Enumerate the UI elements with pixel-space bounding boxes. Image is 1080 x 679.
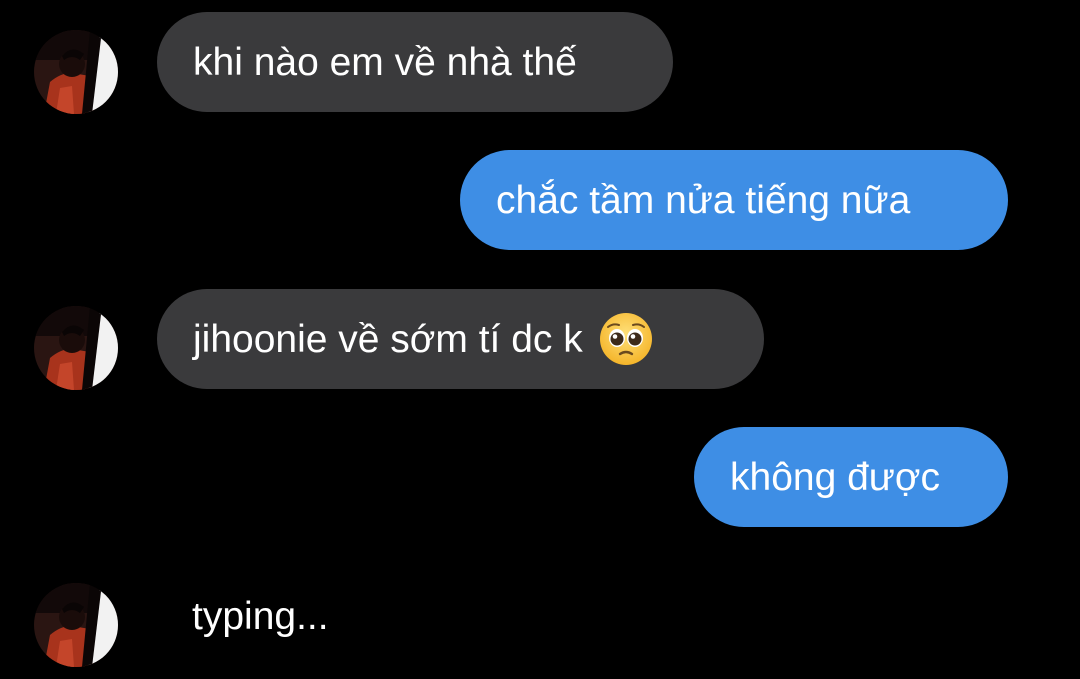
message-text: không được xyxy=(730,455,940,499)
message-bubble-outgoing[interactable]: chắc tầm nửa tiếng nữa xyxy=(460,150,1008,250)
typing-indicator: typing... xyxy=(192,595,329,638)
pleading-face-emoji xyxy=(599,312,653,366)
chat-thread: khi nào em về nhà thế chắc tầm nửa tiếng… xyxy=(0,0,1080,679)
message-text: chắc tầm nửa tiếng nữa xyxy=(496,178,911,222)
contact-avatar[interactable] xyxy=(34,583,118,667)
message-text: jihoonie về sớm tí dc k xyxy=(193,317,583,361)
contact-avatar[interactable] xyxy=(34,30,118,114)
contact-avatar[interactable] xyxy=(34,306,118,390)
message-text: khi nào em về nhà thế xyxy=(193,40,577,84)
message-bubble-incoming[interactable]: khi nào em về nhà thế xyxy=(157,12,673,112)
message-bubble-outgoing[interactable]: không được xyxy=(694,427,1008,527)
message-bubble-incoming[interactable]: jihoonie về sớm tí dc k xyxy=(157,289,764,389)
